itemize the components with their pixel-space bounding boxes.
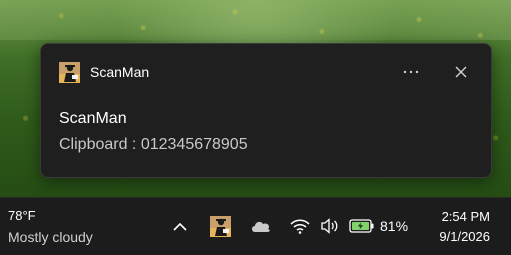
more-options-button[interactable] — [397, 60, 425, 84]
chevron-up-icon — [173, 222, 187, 231]
onedrive-tray-button[interactable] — [248, 212, 274, 240]
notification-app-name: ScanMan — [90, 64, 150, 80]
close-notification-button[interactable] — [447, 60, 475, 84]
battery-button[interactable] — [348, 212, 376, 240]
onedrive-cloud-icon — [252, 221, 270, 232]
clock-date: 9/1/2026 — [439, 229, 490, 244]
taskbar: 78°F Mostly cloudy 81% 2:54 PM 9/1/2026 — [0, 197, 511, 255]
scanman-app-icon — [59, 62, 80, 83]
wifi-icon — [290, 218, 310, 234]
wallpaper-highlight — [0, 0, 511, 40]
clock-time: 2:54 PM — [441, 209, 490, 224]
close-icon — [455, 66, 467, 78]
scanman-tray-button[interactable] — [208, 212, 232, 240]
volume-icon — [321, 218, 338, 234]
notification-body: Clipboard : 012345678905 — [59, 136, 248, 153]
more-options-icon — [403, 70, 419, 74]
weather-condition: Mostly cloudy — [8, 229, 93, 245]
battery-charging-icon — [349, 219, 374, 233]
show-hidden-icons-button[interactable] — [168, 212, 192, 240]
notification-toast[interactable]: ScanMan ScanMan Clipboard : 012345678905 — [40, 43, 492, 178]
volume-button[interactable] — [318, 212, 342, 240]
weather-temperature: 78°F — [8, 208, 36, 223]
notification-title: ScanMan — [59, 110, 127, 127]
clock-button[interactable]: 2:54 PM 9/1/2026 — [420, 206, 506, 248]
network-button[interactable] — [288, 212, 312, 240]
scanman-app-icon — [209, 215, 231, 237]
battery-percentage: 81% — [380, 218, 409, 234]
weather-widget[interactable]: 78°F Mostly cloudy — [0, 198, 120, 255]
